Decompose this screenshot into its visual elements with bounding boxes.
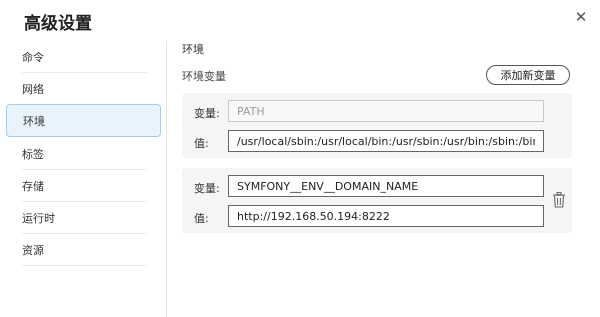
trash-icon[interactable]: [552, 192, 566, 208]
sidebar-divider: [166, 41, 167, 317]
variable-value-field[interactable]: [228, 130, 544, 152]
sidebar-nav: 命令 网络 环境 标签 存储 运行时 资源: [6, 41, 161, 266]
variable-label: 变量:: [194, 182, 220, 195]
advanced-settings-dialog: 高级设置 ✕ 命令 网络 环境 标签 存储 运行时 资源 环境 环境变量 添加新…: [0, 0, 600, 317]
sidebar-item-command[interactable]: 命令: [6, 41, 161, 73]
value-label: 值:: [194, 212, 209, 225]
sidebar-item-storage[interactable]: 存储: [6, 170, 161, 202]
env-variable-card: 变量: 值:: [182, 93, 572, 158]
sidebar-item-network[interactable]: 网络: [6, 73, 161, 105]
sidebar-item-environment[interactable]: 环境: [6, 104, 161, 137]
section-title: 环境: [182, 43, 204, 56]
variable-label: 变量:: [194, 107, 220, 120]
variable-name-field[interactable]: [228, 175, 544, 197]
close-icon[interactable]: ✕: [572, 8, 590, 26]
sidebar-item-resources[interactable]: 资源: [6, 234, 161, 266]
env-variable-card: 变量: 值:: [182, 168, 572, 233]
add-variable-button[interactable]: 添加新变量: [486, 65, 570, 85]
variable-value-field[interactable]: [228, 205, 544, 227]
value-label: 值:: [194, 137, 209, 150]
sidebar-item-runtime[interactable]: 运行时: [6, 202, 161, 234]
variable-name-field: [228, 100, 544, 122]
sidebar-item-labels[interactable]: 标签: [6, 138, 161, 170]
subsection-title: 环境变量: [182, 70, 226, 83]
dialog-title: 高级设置: [24, 14, 92, 34]
